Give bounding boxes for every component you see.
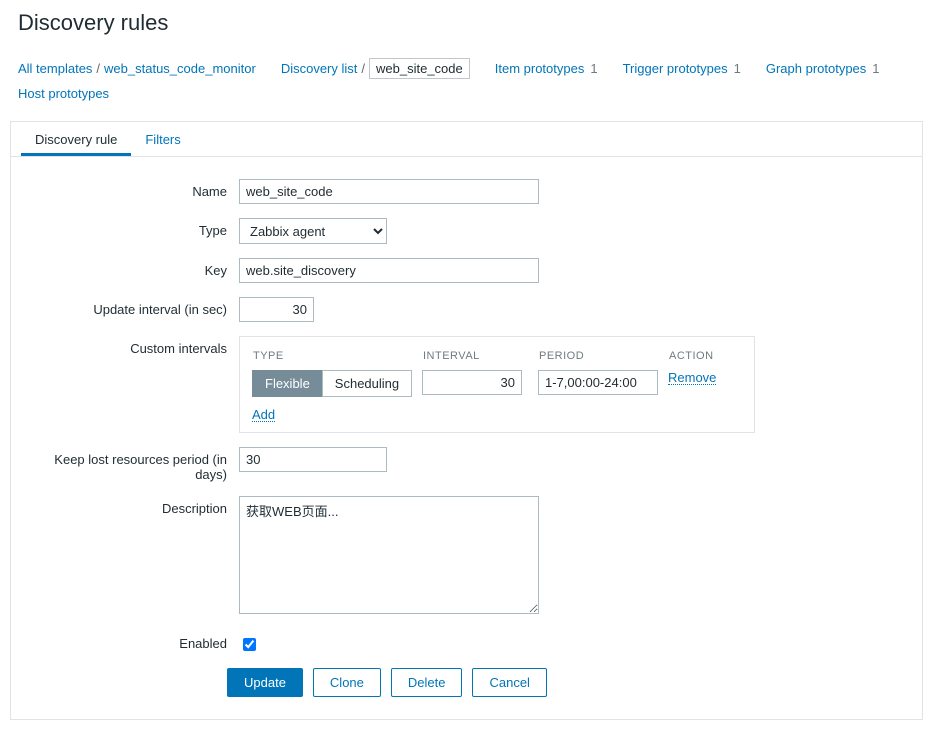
label-update-interval: Update interval (in sec) <box>29 297 239 317</box>
name-input[interactable] <box>239 179 539 204</box>
interval-period-input[interactable] <box>538 370 658 395</box>
th-period: PERIOD <box>538 349 668 370</box>
separator: / <box>361 61 365 76</box>
breadcrumb-host-prototypes[interactable]: Host prototypes <box>18 86 109 101</box>
seg-flexible[interactable]: Flexible <box>252 370 322 397</box>
breadcrumb-current: web_site_code <box>369 58 470 79</box>
separator: / <box>96 61 100 76</box>
label-enabled: Enabled <box>29 631 239 651</box>
form-card: Discovery rule Filters Name Type Zabbix … <box>10 121 923 720</box>
th-interval: INTERVAL <box>422 349 538 370</box>
label-name: Name <box>29 179 239 199</box>
breadcrumb-trigger-prototypes[interactable]: Trigger prototypes <box>623 61 728 76</box>
clone-button[interactable]: Clone <box>313 668 381 697</box>
label-description: Description <box>29 496 239 516</box>
interval-value-input[interactable] <box>422 370 522 395</box>
th-action: ACTION <box>668 349 742 370</box>
tab-filters[interactable]: Filters <box>131 122 194 156</box>
th-type: TYPE <box>252 349 422 370</box>
interval-type-segment: Flexible Scheduling <box>252 370 412 397</box>
label-custom-intervals: Custom intervals <box>29 336 239 356</box>
custom-intervals-box: TYPE INTERVAL PERIOD ACTION <box>239 336 755 433</box>
enabled-checkbox[interactable] <box>243 638 256 651</box>
page-title: Discovery rules <box>18 10 933 36</box>
label-keep-lost: Keep lost resources period (in days) <box>29 447 239 482</box>
delete-button[interactable]: Delete <box>391 668 463 697</box>
label-type: Type <box>29 218 239 238</box>
count-badge: 1 <box>872 61 879 76</box>
remove-interval-link[interactable]: Remove <box>668 371 716 385</box>
keep-lost-input[interactable] <box>239 447 387 472</box>
interval-row: Flexible Scheduling <box>252 370 742 397</box>
description-textarea[interactable]: 获取WEB页面... <box>239 496 539 614</box>
count-badge: 1 <box>734 61 741 76</box>
type-select[interactable]: Zabbix agent <box>239 218 387 244</box>
update-interval-input[interactable] <box>239 297 314 322</box>
form-actions: Update Clone Delete Cancel <box>227 668 904 697</box>
label-key: Key <box>29 258 239 278</box>
tabs: Discovery rule Filters <box>11 122 922 157</box>
tab-discovery-rule[interactable]: Discovery rule <box>21 122 131 156</box>
count-badge: 1 <box>590 61 597 76</box>
breadcrumb-item-prototypes[interactable]: Item prototypes <box>495 61 585 76</box>
breadcrumb-graph-prototypes[interactable]: Graph prototypes <box>766 61 866 76</box>
add-interval-link[interactable]: Add <box>252 408 275 422</box>
cancel-button[interactable]: Cancel <box>472 668 546 697</box>
seg-scheduling[interactable]: Scheduling <box>322 370 412 397</box>
breadcrumb-template[interactable]: web_status_code_monitor <box>104 61 256 76</box>
key-input[interactable] <box>239 258 539 283</box>
breadcrumbs: All templates / web_status_code_monitor … <box>0 48 933 113</box>
update-button[interactable]: Update <box>227 668 303 697</box>
form: Name Type Zabbix agent Key <box>11 157 922 719</box>
breadcrumb-all-templates[interactable]: All templates <box>18 61 92 76</box>
breadcrumb-discovery-list[interactable]: Discovery list <box>281 61 358 76</box>
